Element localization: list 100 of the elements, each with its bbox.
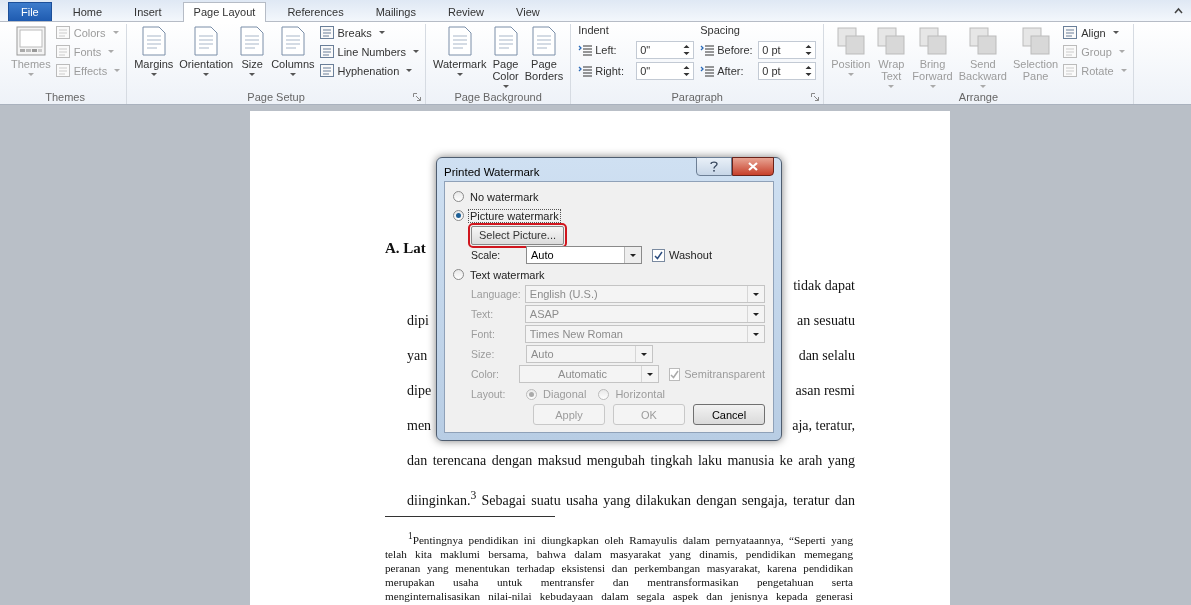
help-icon <box>710 161 718 172</box>
radio-label[interactable]: Text watermark <box>468 267 547 282</box>
select-picture-button[interactable]: Select Picture... <box>471 225 565 245</box>
small-lines-icon <box>1063 64 1078 77</box>
ribbon-button[interactable]: Margins <box>131 24 177 78</box>
ribbon-button[interactable]: Line Numbers <box>317 44 421 59</box>
small-lines-icon <box>55 64 70 77</box>
stacked-squares-icon <box>876 26 907 56</box>
field-label: After: <box>717 65 745 77</box>
ribbon-tab[interactable]: Home <box>61 2 114 21</box>
page-icon <box>239 26 266 56</box>
radio-button[interactable] <box>453 191 464 202</box>
body-text: yan <box>407 347 428 365</box>
ribbon-button[interactable]: Breaks <box>317 25 421 40</box>
spin-field[interactable]: 0" <box>636 41 695 59</box>
checkbox-label: Semitransparent <box>684 368 765 380</box>
page-icon <box>193 26 220 56</box>
body-text: dipe <box>407 382 432 400</box>
body-text: men <box>407 417 432 435</box>
checkbox[interactable] <box>652 248 665 262</box>
small-lines-icon <box>319 64 334 77</box>
field-label: Text: <box>471 308 495 320</box>
group-label: Paragraph <box>671 91 723 103</box>
ribbon-button[interactable]: Page Borders <box>521 24 567 84</box>
spin-field[interactable]: 0 pt <box>758 62 817 80</box>
body-text: dan selalu <box>798 347 855 365</box>
radio-button[interactable] <box>453 210 464 221</box>
spin-arrows-icon[interactable] <box>805 44 813 56</box>
spacing-lines-icon <box>578 44 593 56</box>
radio-label[interactable]: Picture watermark <box>468 208 561 223</box>
group-label: Themes <box>45 91 85 103</box>
ribbon-button[interactable]: Columns <box>268 24 318 78</box>
small-lines-icon <box>319 26 334 39</box>
ribbon-button[interactable]: Orientation <box>176 24 237 78</box>
ribbon-tab[interactable]: Insert <box>123 2 173 21</box>
section-heading: Spacing <box>700 24 741 38</box>
ribbon-tab[interactable]: Review <box>437 2 496 21</box>
spacing-lines-icon <box>700 65 715 77</box>
group-label: Page Background <box>454 91 542 103</box>
ribbon-button[interactable]: Hyphenation <box>317 63 421 78</box>
stacked-squares-icon <box>1020 26 1051 56</box>
ribbon-tab[interactable]: References <box>276 2 355 21</box>
page-icon <box>140 26 167 56</box>
spin-field[interactable]: 0 pt <box>758 41 817 59</box>
radio-button[interactable] <box>453 269 464 280</box>
field-label: Right: <box>595 65 625 77</box>
collapse-ribbon-icon[interactable] <box>1174 7 1183 14</box>
close-button[interactable] <box>732 157 774 176</box>
spin-arrows-icon[interactable] <box>683 65 691 77</box>
spin-field[interactable]: 0" <box>636 62 695 80</box>
field-label: Size: <box>471 348 496 360</box>
ribbon-button[interactable]: Page Color <box>489 24 522 90</box>
checkbox-label: Washout <box>669 249 712 261</box>
spin-arrows-icon[interactable] <box>805 65 813 77</box>
dialog-button[interactable]: Cancel <box>693 404 765 425</box>
ribbon-button[interactable]: Size <box>236 24 269 78</box>
radio-label[interactable]: No watermark <box>468 189 541 204</box>
ribbon-tab[interactable]: View <box>505 2 551 21</box>
stacked-squares-icon <box>917 26 948 56</box>
radio-button[interactable] <box>526 388 537 400</box>
group-label: Arrange <box>958 91 998 103</box>
page-icon <box>279 26 306 56</box>
theme-swatch-icon <box>15 26 46 56</box>
body-text: aja, teratur, <box>792 417 855 435</box>
group-label: Page Setup <box>247 91 305 103</box>
section-heading: Indent <box>578 24 610 38</box>
field-label: Scale: <box>471 249 502 261</box>
stacked-squares-icon <box>967 26 998 56</box>
body-text: asan resmi <box>795 382 855 400</box>
field-label: Layout: <box>471 388 507 400</box>
small-lines-icon <box>1063 26 1078 39</box>
body-text: diinginkan.$^{3}$ Sebagai suatu usaha yang dilakukan dengan sengaja, teratur dan <box>407 488 855 510</box>
dropdown-field[interactable]: Auto <box>526 246 642 264</box>
field-label: Language: <box>471 288 521 300</box>
footnote-text: $^{1}$Pentingnya pendidikan ini diungkapkan oleh Ramayulis dalam pernyataannya, “Seperti yang telah kita maklumi bersama, bahwa dalam masyarakat yang dinamis, pendidikan memegang peranan yang menentukan terhadap eksistensi dan perkembangan masyarakat, karena pendidikan merupakan usaha untuk mentransfer dan mentransformasikan pengetahuan serta menginternalisasikan nilai-nilai kebudayaan dalam segala aspek dan jenisnya kepada generasi <box>385 530 853 603</box>
spacing-lines-icon <box>578 65 593 77</box>
help-button[interactable] <box>696 157 732 176</box>
dialog-launcher-icon[interactable] <box>811 93 820 101</box>
ribbon-button[interactable]: Align <box>1061 25 1129 40</box>
field-label: Before: <box>717 44 754 56</box>
ribbon-tab[interactable]: Page Layout <box>182 2 267 22</box>
spin-arrows-icon[interactable] <box>683 44 691 56</box>
file-tab[interactable]: File <box>8 2 52 21</box>
close-icon <box>748 162 758 171</box>
ribbon-tab[interactable]: Mailings <box>364 2 427 21</box>
small-lines-icon <box>55 26 70 39</box>
ribbon-button[interactable]: Watermark <box>430 24 490 78</box>
spacing-lines-icon <box>700 44 715 56</box>
field-label: Font: <box>471 328 496 340</box>
page-icon <box>492 26 519 56</box>
page-icon <box>446 26 473 56</box>
body-text: dipi <box>407 312 429 330</box>
section-heading: A. Lat <box>385 239 426 258</box>
field-label: Color: <box>471 368 500 380</box>
radio-button[interactable] <box>598 388 610 400</box>
body-text: tidak dapat <box>793 277 855 295</box>
dialog-launcher-icon[interactable] <box>413 93 421 101</box>
small-lines-icon <box>319 45 334 58</box>
body-text: an sesuatu <box>797 312 855 330</box>
body-text: dan terencana dengan maksud mengubah tingkah laku manusia ke arah yang <box>407 452 855 470</box>
